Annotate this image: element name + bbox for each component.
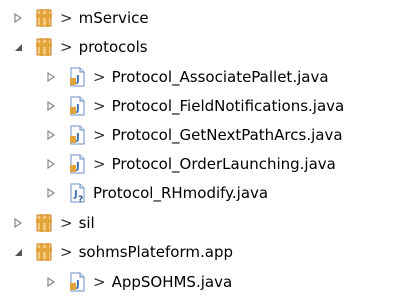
- dirty-marker: >: [93, 126, 106, 144]
- chevron-right-icon[interactable]: [12, 12, 24, 24]
- dirty-marker: >: [60, 214, 73, 232]
- java-file-icon: J: [67, 272, 87, 292]
- chevron-right-icon[interactable]: [45, 187, 57, 199]
- java-file-icon: J: [67, 96, 87, 116]
- chevron-right-icon[interactable]: [45, 129, 57, 141]
- chevron-right-icon[interactable]: [45, 100, 57, 112]
- tree-item-protocol-fieldnotifications[interactable]: J > Protocol_FieldNotifications.java: [45, 94, 344, 118]
- java-file-icon: J: [67, 125, 87, 145]
- svg-text:?: ?: [78, 195, 83, 203]
- dirty-marker: >: [60, 243, 73, 261]
- tree-item-appsohms[interactable]: J > AppSOHMS.java: [45, 270, 232, 294]
- tree-item-label: Protocol_GetNextPathArcs.java: [111, 126, 343, 144]
- package-icon: [34, 213, 54, 233]
- tree-item-label: mService: [78, 9, 149, 27]
- package-icon: [34, 242, 54, 262]
- tree-item-label: Protocol_RHmodify.java: [93, 184, 269, 202]
- chevron-right-icon[interactable]: [45, 71, 57, 83]
- tree-item-label: sil: [78, 214, 95, 232]
- chevron-down-icon[interactable]: [12, 41, 24, 53]
- dirty-marker: >: [93, 273, 106, 291]
- dirty-marker: >: [93, 97, 106, 115]
- tree-item-sil[interactable]: > sil: [12, 211, 95, 235]
- dirty-marker: >: [93, 68, 106, 86]
- tree-item-sohmsplateform-app[interactable]: > sohmsPlateform.app: [12, 240, 233, 264]
- chevron-right-icon[interactable]: [12, 217, 24, 229]
- dirty-marker: >: [60, 38, 73, 56]
- chevron-right-icon[interactable]: [45, 276, 57, 288]
- chevron-down-icon[interactable]: [12, 246, 24, 258]
- tree-item-protocol-associatepallet[interactable]: J > Protocol_AssociatePallet.java: [45, 65, 329, 89]
- dirty-marker: >: [60, 9, 73, 27]
- java-file-unversioned-icon: J ?: [67, 183, 87, 203]
- tree-item-label: Protocol_FieldNotifications.java: [111, 97, 345, 115]
- tree-item-protocol-orderlaunching[interactable]: J > Protocol_OrderLaunching.java: [45, 152, 336, 176]
- java-file-icon: J: [67, 67, 87, 87]
- tree-item-label: Protocol_OrderLaunching.java: [111, 155, 336, 173]
- package-icon: [34, 8, 54, 28]
- tree-item-label: protocols: [78, 38, 148, 56]
- tree-item-label: AppSOHMS.java: [111, 273, 233, 291]
- tree-item-protocol-rhmodify[interactable]: J ? Protocol_RHmodify.java: [45, 181, 268, 205]
- tree-item-label: sohmsPlateform.app: [78, 243, 233, 261]
- java-file-icon: J: [67, 154, 87, 174]
- chevron-right-icon[interactable]: [45, 158, 57, 170]
- dirty-marker: >: [93, 155, 106, 173]
- package-icon: [34, 37, 54, 57]
- tree-item-protocol-getnextpatharcs[interactable]: J > Protocol_GetNextPathArcs.java: [45, 123, 343, 147]
- tree-item-protocols[interactable]: > protocols: [12, 35, 148, 59]
- package-explorer-tree: > mService > protocols J > Protocol_Asso…: [0, 0, 395, 297]
- tree-item-mservice[interactable]: > mService: [12, 6, 149, 30]
- tree-item-label: Protocol_AssociatePallet.java: [111, 68, 329, 86]
